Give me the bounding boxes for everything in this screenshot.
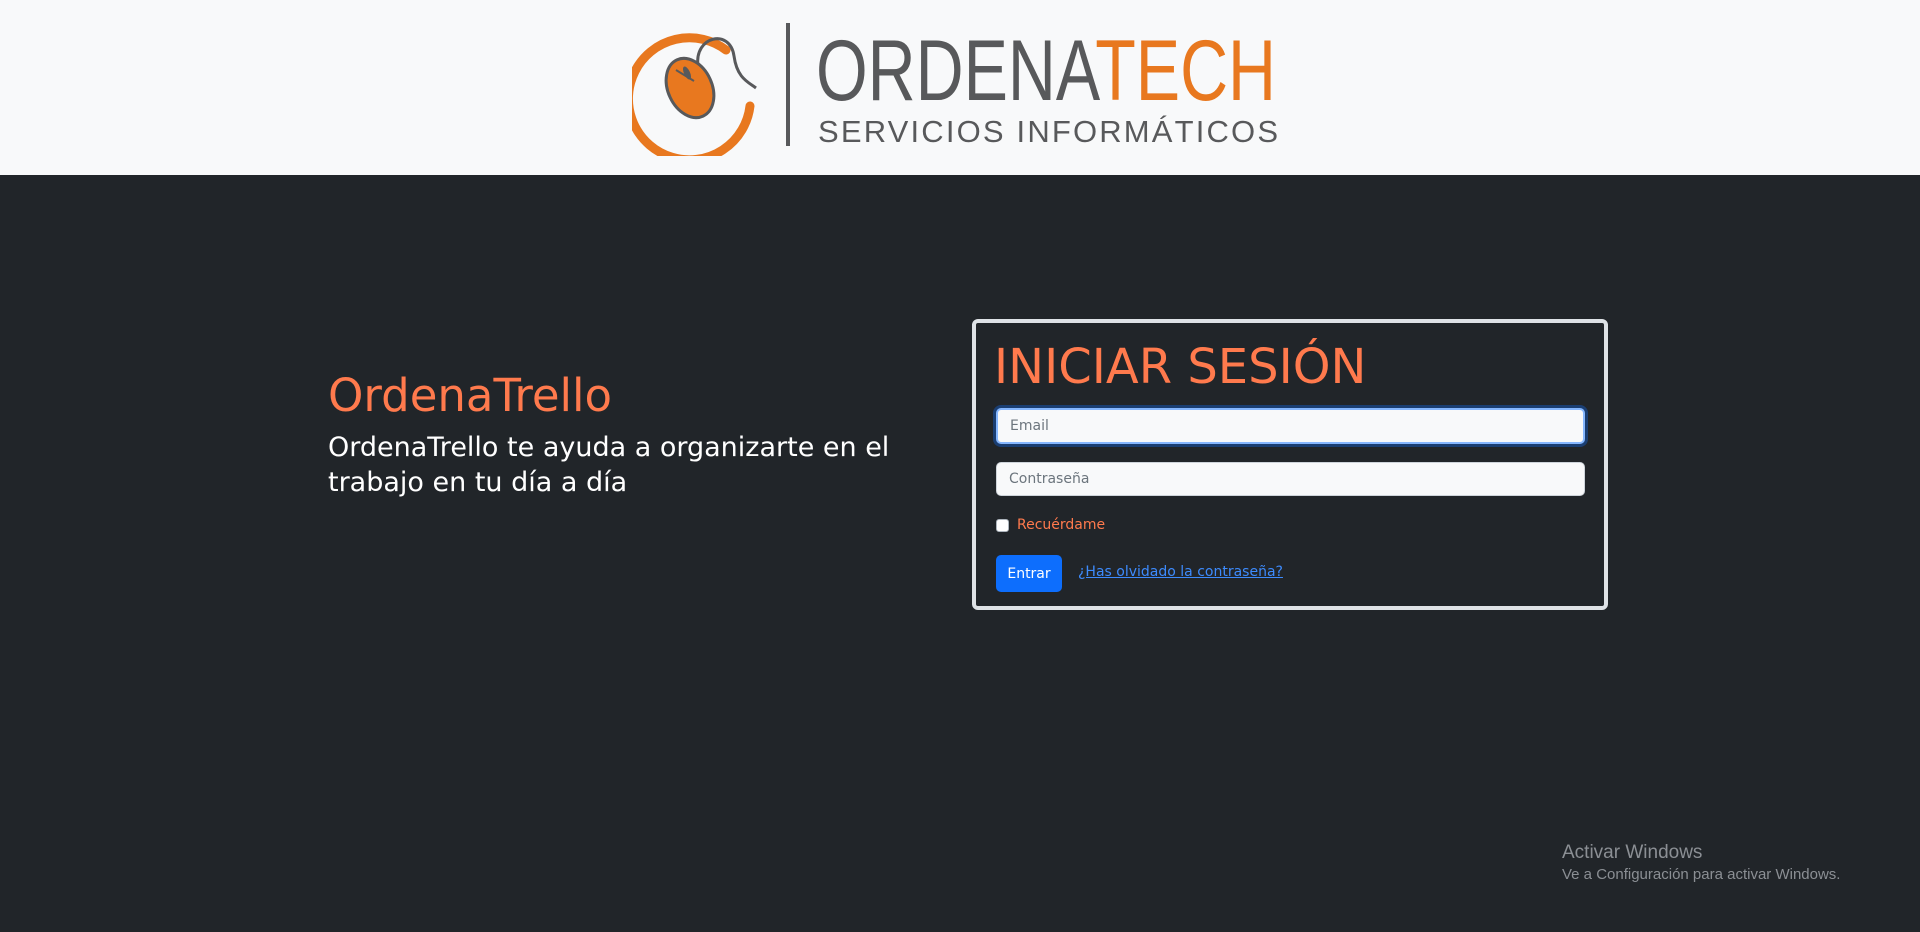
logo-word-tech: TECH xyxy=(1095,23,1276,119)
logo-tagline: SERVICIOS INFORMÁTICOS xyxy=(818,114,1278,149)
login-button[interactable]: Entrar xyxy=(996,555,1062,592)
windows-activation-watermark: Activar Windows Ve a Configuración para … xyxy=(1562,841,1840,884)
intro-description: OrdenaTrello te ayuda a organizarte en e… xyxy=(328,432,890,498)
login-title: INICIAR SESIÓN xyxy=(994,339,1367,395)
remember-me-checkbox[interactable] xyxy=(996,518,1009,532)
email-field[interactable] xyxy=(996,408,1585,444)
watermark-title: Activar Windows xyxy=(1562,842,1703,863)
logo-separator xyxy=(786,23,790,146)
remember-me-label[interactable]: Recuérdame xyxy=(1017,517,1105,533)
ordenatech-logo: ORDENATECH SERVICIOS INFORMÁTICOS xyxy=(632,18,1292,156)
logo-mouse-body xyxy=(664,56,716,120)
login-card: INICIAR SESIÓN Recuérdame Entrar ¿Has ol… xyxy=(972,319,1608,610)
intro-section: OrdenaTrello OrdenaTrello te ayuda a org… xyxy=(328,366,908,500)
svg-text:ORDENATECH: ORDENATECH xyxy=(816,23,1276,119)
password-field[interactable] xyxy=(996,462,1585,496)
site-header: ORDENATECH SERVICIOS INFORMÁTICOS xyxy=(0,0,1920,175)
intro-title: OrdenaTrello xyxy=(328,369,613,422)
logo-word-ordena: ORDENA xyxy=(816,23,1101,119)
login-page: ORDENATECH SERVICIOS INFORMÁTICOS Ordena… xyxy=(0,0,1920,932)
watermark-subtitle: Ve a Configuración para activar Windows. xyxy=(1562,866,1841,883)
ordenatech-logo-graphic: ORDENATECH SERVICIOS INFORMÁTICOS xyxy=(632,23,1278,156)
forgot-password-link[interactable]: ¿Has olvidado la contraseña? xyxy=(1078,564,1283,580)
remember-me[interactable]: Recuérdame xyxy=(996,515,1105,535)
